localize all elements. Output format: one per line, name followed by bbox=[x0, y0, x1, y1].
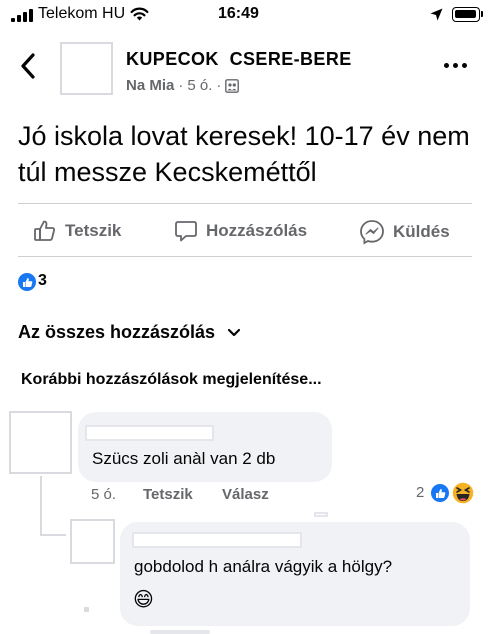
wifi-icon bbox=[130, 7, 149, 21]
back-arrow-icon[interactable] bbox=[20, 52, 36, 80]
comment-time: 5 ó. bbox=[91, 486, 117, 503]
show-previous-comments-link[interactable]: Korábbi hozzászólások megjelenítése... bbox=[21, 371, 322, 389]
signal-icon bbox=[11, 9, 33, 22]
carrier-name: Telekom HU bbox=[38, 5, 126, 22]
thread-dot bbox=[84, 607, 89, 612]
reply-avatar[interactable] bbox=[70, 519, 115, 564]
placeholder-box bbox=[314, 512, 328, 517]
comment-label: Hozzászólás bbox=[206, 221, 308, 240]
post-meta: Na Mia · 5 ó. · bbox=[126, 77, 240, 94]
thumbs-up-icon bbox=[34, 220, 55, 241]
like-reaction-icon bbox=[430, 483, 450, 503]
post-text: Jó iskola lovat keresek! 10-17 év nem tú… bbox=[18, 121, 470, 187]
commenter-avatar[interactable] bbox=[9, 411, 72, 474]
thread-line bbox=[40, 476, 42, 536]
reply-text: gobdolod h análra vágyik a hölgy? bbox=[134, 557, 393, 576]
post-time[interactable]: 5 ó. bbox=[187, 77, 212, 94]
like-button[interactable]: Tetszik bbox=[33, 219, 121, 243]
author-name[interactable]: Na Mia bbox=[126, 77, 174, 94]
comment-reaction-count[interactable]: 2 bbox=[416, 484, 424, 501]
send-label: Küldés bbox=[393, 222, 450, 241]
group-avatar[interactable] bbox=[60, 42, 113, 95]
meta-separator-2: · bbox=[216, 77, 222, 94]
sort-label: Az összes hozzászólás bbox=[18, 322, 216, 342]
divider bbox=[18, 203, 472, 204]
battery-icon bbox=[452, 7, 480, 22]
comment-sort-dropdown[interactable]: Az összes hozzászólás bbox=[18, 322, 241, 343]
reply-meta-cutoff bbox=[150, 630, 210, 634]
reaction-count[interactable]: 3 bbox=[38, 272, 47, 290]
send-button[interactable]: Küldés bbox=[359, 219, 450, 245]
clock: 16:49 bbox=[218, 5, 259, 22]
grinning-emoji-icon: 😄 bbox=[133, 589, 154, 611]
group-audience-icon bbox=[225, 78, 240, 93]
reply-commenter-name[interactable] bbox=[132, 532, 302, 548]
commenter-name[interactable] bbox=[85, 425, 214, 441]
meta-separator: · bbox=[178, 77, 184, 94]
comment-icon bbox=[175, 221, 197, 242]
thread-line bbox=[40, 534, 66, 536]
divider bbox=[18, 256, 472, 257]
comment-like-button[interactable]: Tetszik bbox=[143, 486, 193, 503]
haha-reaction-icon bbox=[451, 481, 475, 505]
location-arrow-icon bbox=[430, 8, 443, 21]
comment-bubble[interactable]: Szücs zoli anàl van 2 db bbox=[78, 412, 332, 482]
like-reaction-icon[interactable] bbox=[18, 273, 36, 291]
chevron-down-icon bbox=[227, 328, 241, 336]
group-name[interactable]: KUPECOK CSERE-BERE bbox=[126, 49, 352, 70]
comment-text: Szücs zoli anàl van 2 db bbox=[92, 449, 276, 468]
comment-reply-button[interactable]: Válasz bbox=[222, 486, 269, 503]
battery-tip bbox=[481, 11, 483, 17]
like-label: Tetszik bbox=[65, 221, 122, 240]
more-options-icon[interactable] bbox=[444, 63, 467, 68]
reply-bubble[interactable]: gobdolod h análra vágyik a hölgy? 😄 bbox=[120, 522, 470, 626]
status-bar: Telekom HU 16:49 bbox=[0, 0, 489, 30]
messenger-icon bbox=[360, 220, 384, 245]
comment-button[interactable]: Hozzászólás bbox=[174, 219, 307, 243]
